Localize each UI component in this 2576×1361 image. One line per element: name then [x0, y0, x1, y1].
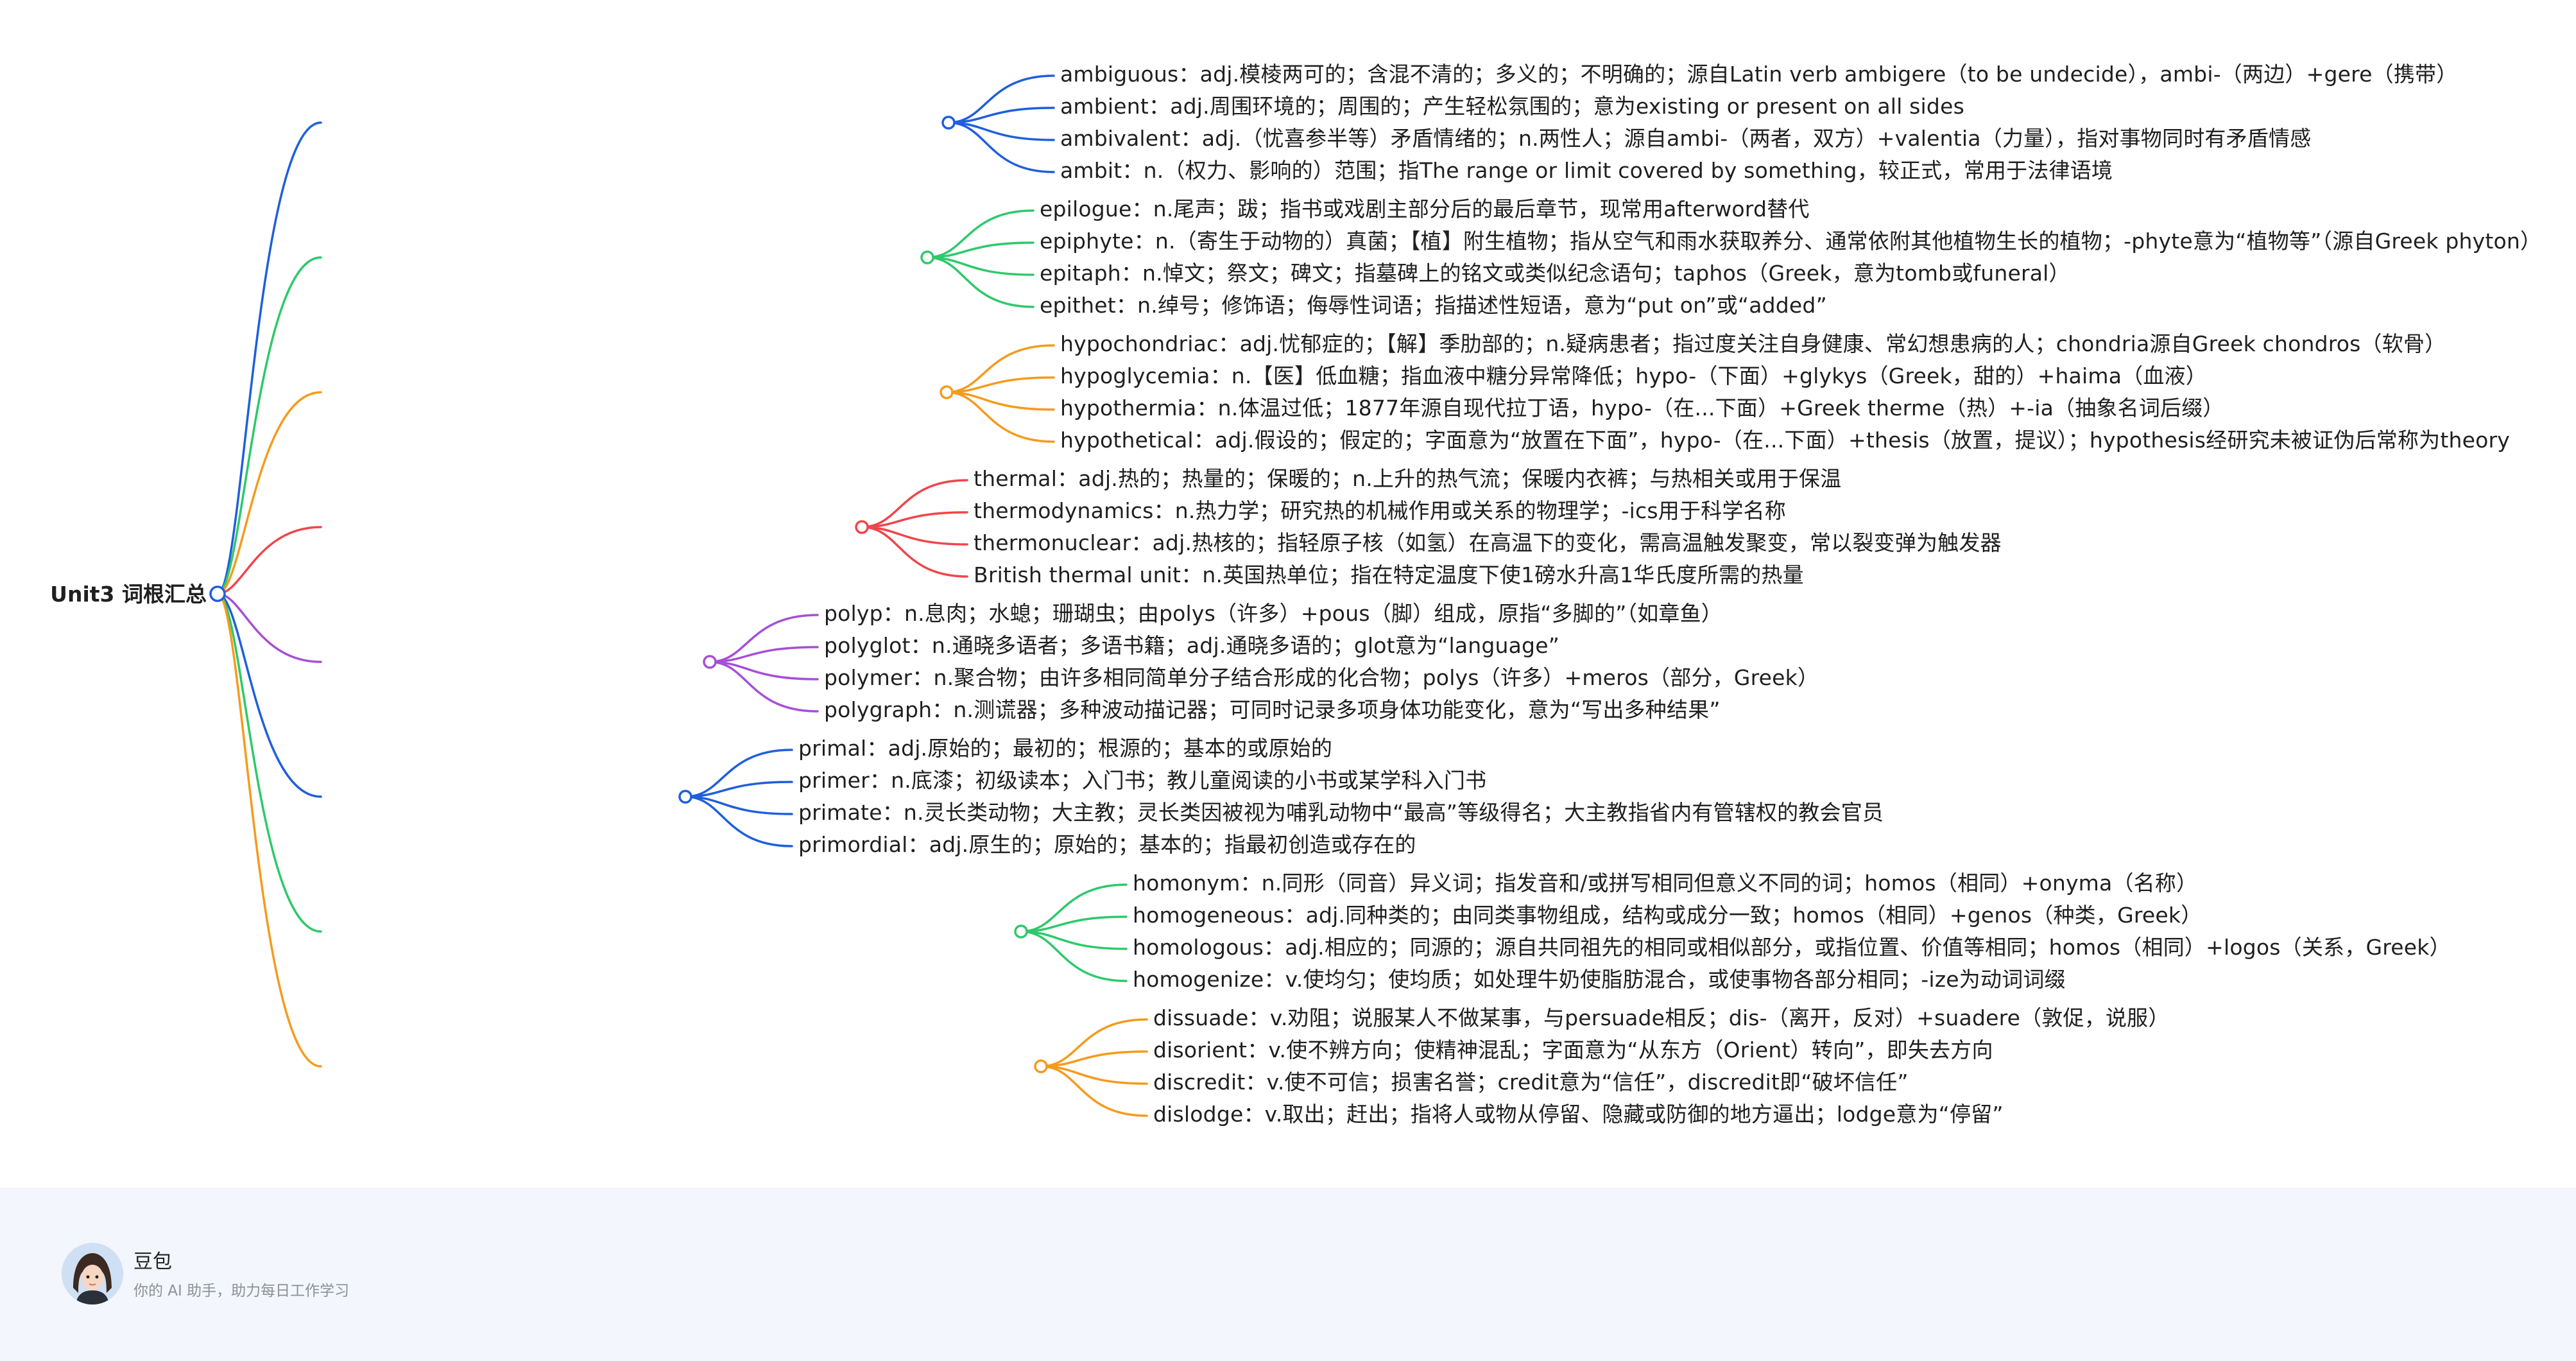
mindmap-canvas: Unit3 词根汇总 ambiguous：adj.模棱两可的；含混不清的；多义的… — [0, 0, 2576, 1188]
branch-connector — [216, 121, 322, 595]
branch-node[interactable] — [940, 385, 954, 399]
word-node-label[interactable]: thermodynamics：n.热力学；研究热的机械作用或关系的物理学；-ic… — [974, 496, 1786, 526]
word-node-label[interactable]: hypothetical：adj.假设的；假定的；字面意为“放置在下面”，hyp… — [1060, 426, 2510, 455]
branch-node[interactable] — [1014, 924, 1028, 939]
item-connector — [708, 614, 819, 663]
word-node-label[interactable]: discredit：v.使不可信；损害名誉；credit意为“信任”，discr… — [1153, 1068, 1909, 1097]
word-node-label[interactable]: polyglot：n.通晓多语者；多语书籍；adj.通晓多语的；glot意为“l… — [824, 631, 1559, 661]
word-node-label[interactable]: epithet：n.绰号；修饰语；侮辱性词语；指描述性短语，意为“put on”… — [1040, 291, 1827, 320]
word-node-label[interactable]: primate：n.灵长类动物；大主教；灵长类因被视为哺乳动物中“最高”等级得名… — [798, 798, 1884, 828]
word-node-label[interactable]: hypothermia：n.体温过低；1877年源自现代拉丁语，hypo-（在.… — [1060, 394, 2224, 423]
word-node-label[interactable]: hypochondriac：adj.忧郁症的；【解】季肋部的；n.疑病患者；指过… — [1060, 329, 2446, 359]
root-node[interactable] — [209, 585, 226, 602]
word-node-label[interactable]: homonym：n.同形（同音）异义词；指发音和/或拼写相同但意义不同的词；ho… — [1133, 869, 2197, 898]
item-connector — [708, 661, 819, 713]
root-node-label[interactable]: Unit3 词根汇总 — [0, 578, 207, 611]
word-node-label[interactable]: polygraph：n.测谎器；多种波动描记器；可同时记录多项身体功能变化，意为… — [824, 695, 1721, 725]
item-connector — [945, 344, 1055, 394]
word-node-label[interactable]: homogeneous：adj.同种类的；由同类事物组成，结构或成分一致；hom… — [1133, 901, 2202, 930]
word-node-label[interactable]: disorient：v.使不辨方向；使精神混乱；字面意为“从东方（Orient）… — [1153, 1036, 1993, 1065]
footer-bar: 豆包 你的 AI 助手，助力每日工作学习 — [0, 1188, 2576, 1361]
word-node-label[interactable]: ambient：adj.周围环境的；周围的；产生轻松氛围的；意为existing… — [1060, 92, 1964, 121]
word-node-label[interactable]: thermonuclear：adj.热核的；指轻原子核（如氢）在高温下的变化，需… — [974, 528, 2002, 558]
item-connector — [947, 121, 1055, 173]
word-node-label[interactable]: dislodge：v.取出；赶出；指将人或物从停留、隐藏或防御的地方逼出；lod… — [1153, 1100, 2004, 1129]
branch-connector — [216, 391, 322, 595]
item-connector — [926, 209, 1035, 259]
word-node-label[interactable]: epiphyte：n.（寄生于动物的）真菌；【植】附生植物；指从空气和雨水获取养… — [1040, 227, 2541, 256]
item-connector — [947, 74, 1055, 124]
assistant-name: 豆包 — [133, 1251, 172, 1273]
assistant-tagline: 你的 AI 助手，助力每日工作学习 — [133, 1283, 350, 1299]
word-node-label[interactable]: ambivalent：adj.（忧喜参半等）矛盾情绪的；n.两性人；源自ambi… — [1060, 124, 2311, 153]
item-connector — [1040, 1065, 1148, 1117]
branch-node[interactable] — [1034, 1059, 1048, 1073]
word-node-label[interactable]: primer：n.底漆；初级读本；入门书；教儿童阅读的小书或某学科入门书 — [798, 766, 1486, 795]
word-node-label[interactable]: polymer：n.聚合物；由许多相同简单分子结合形成的化合物；polys（许多… — [824, 663, 1819, 693]
word-node-label[interactable]: homologous：adj.相应的；同源的；源自共同祖先的相同或相似部分，或指… — [1133, 933, 2451, 962]
branch-node[interactable] — [678, 790, 692, 804]
word-node-label[interactable]: hypoglycemia：n.【医】低血糖；指血液中糖分异常降低；hypo-（下… — [1060, 361, 2207, 391]
item-connector — [861, 526, 968, 578]
item-connector — [1020, 930, 1128, 982]
branch-connector — [216, 593, 322, 798]
branch-connector — [216, 593, 322, 1068]
word-node-label[interactable]: primordial：adj.原生的；原始的；基本的；指最初创造或存在的 — [798, 830, 1416, 860]
item-connector — [861, 479, 968, 528]
word-node-label[interactable]: dissuade：v.劝阻；说服某人不做某事，与persuade相反；dis-（… — [1153, 1003, 2170, 1033]
assistant-avatar — [62, 1243, 123, 1305]
word-node-label[interactable]: primal：adj.原始的；最初的；根源的；基本的或原始的 — [798, 734, 1332, 763]
word-node-label[interactable]: British thermal unit：n.英国热单位；指在特定温度下使1磅水… — [974, 560, 1804, 590]
item-connector — [1020, 883, 1128, 933]
branch-node[interactable] — [920, 250, 934, 264]
avatar-icon — [62, 1243, 123, 1305]
word-node-label[interactable]: polyp：n.息肉；水螅；珊瑚虫；由polys（许多）+pous（脚）组成，原… — [824, 599, 1722, 628]
word-node-label[interactable]: thermal：adj.热的；热量的；保暖的；n.上升的热气流；保暖内衣裤；与热… — [974, 464, 1841, 494]
item-connector — [945, 391, 1055, 443]
word-node-label[interactable]: epitaph：n.悼文；祭文；碑文；指墓碑上的铭文或类似纪念语句；taphos… — [1040, 259, 2070, 288]
branch-node[interactable] — [703, 655, 717, 669]
item-connector — [684, 795, 793, 847]
item-connector — [926, 256, 1035, 308]
branch-node[interactable] — [855, 520, 869, 534]
branch-node[interactable] — [941, 116, 956, 130]
item-connector — [684, 749, 793, 798]
word-node-label[interactable]: epilogue：n.尾声；跋；指书或戏剧主部分后的最后章节，现常用afterw… — [1040, 195, 1810, 224]
word-node-label[interactable]: homogenize：v.使均匀；使均质；如处理牛奶使脂肪混合，或使事物各部分相… — [1133, 965, 2066, 994]
word-node-label[interactable]: ambiguous：adj.模棱两可的；含混不清的；多义的；不明确的；源自Lat… — [1060, 60, 2457, 89]
item-connector — [1040, 1018, 1148, 1068]
word-node-label[interactable]: ambit：n.（权力、影响的）范围；指The range or limit c… — [1060, 156, 2113, 186]
